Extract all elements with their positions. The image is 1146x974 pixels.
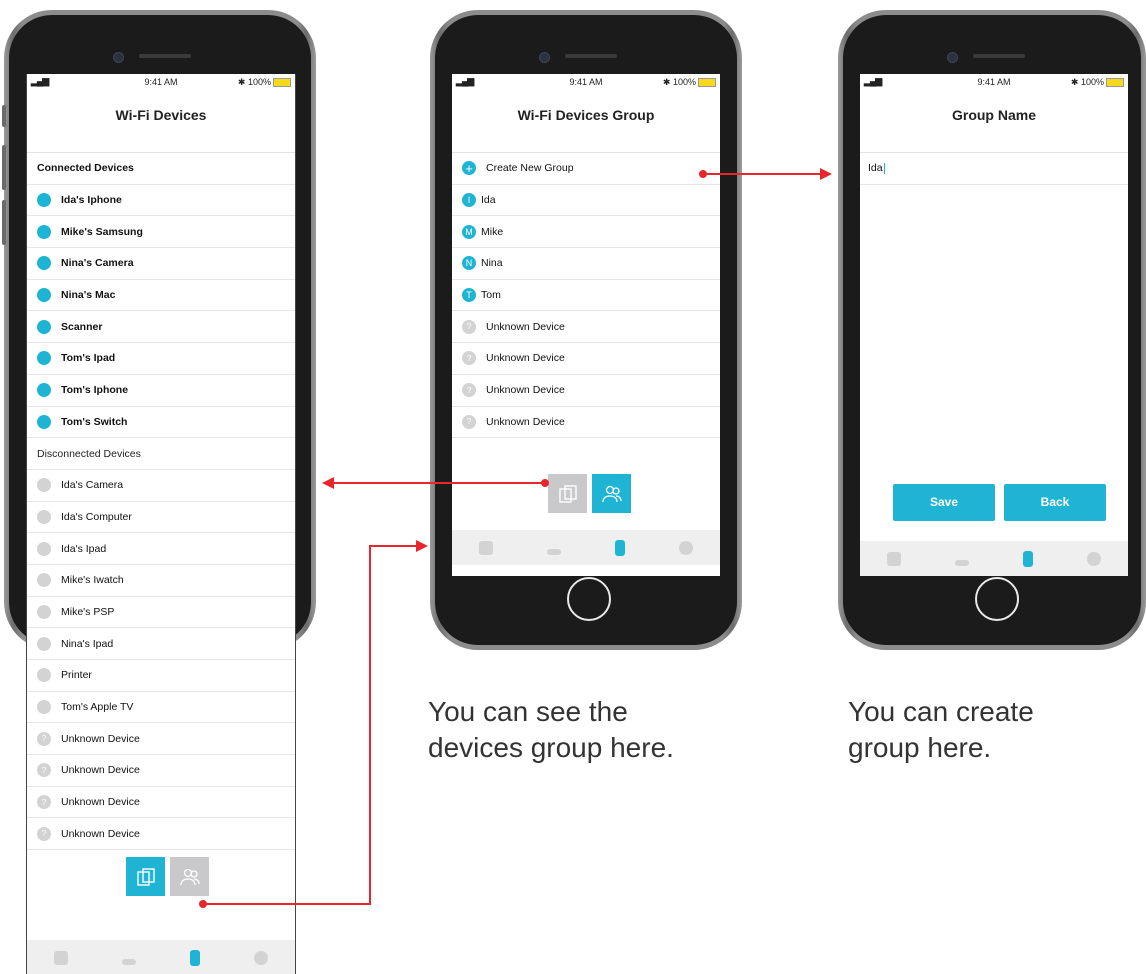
flow-arrows <box>199 168 832 908</box>
arrow-group-to-list <box>322 477 549 489</box>
arrow-list-to-group <box>199 540 428 908</box>
arrow-create-to-name <box>699 168 832 180</box>
